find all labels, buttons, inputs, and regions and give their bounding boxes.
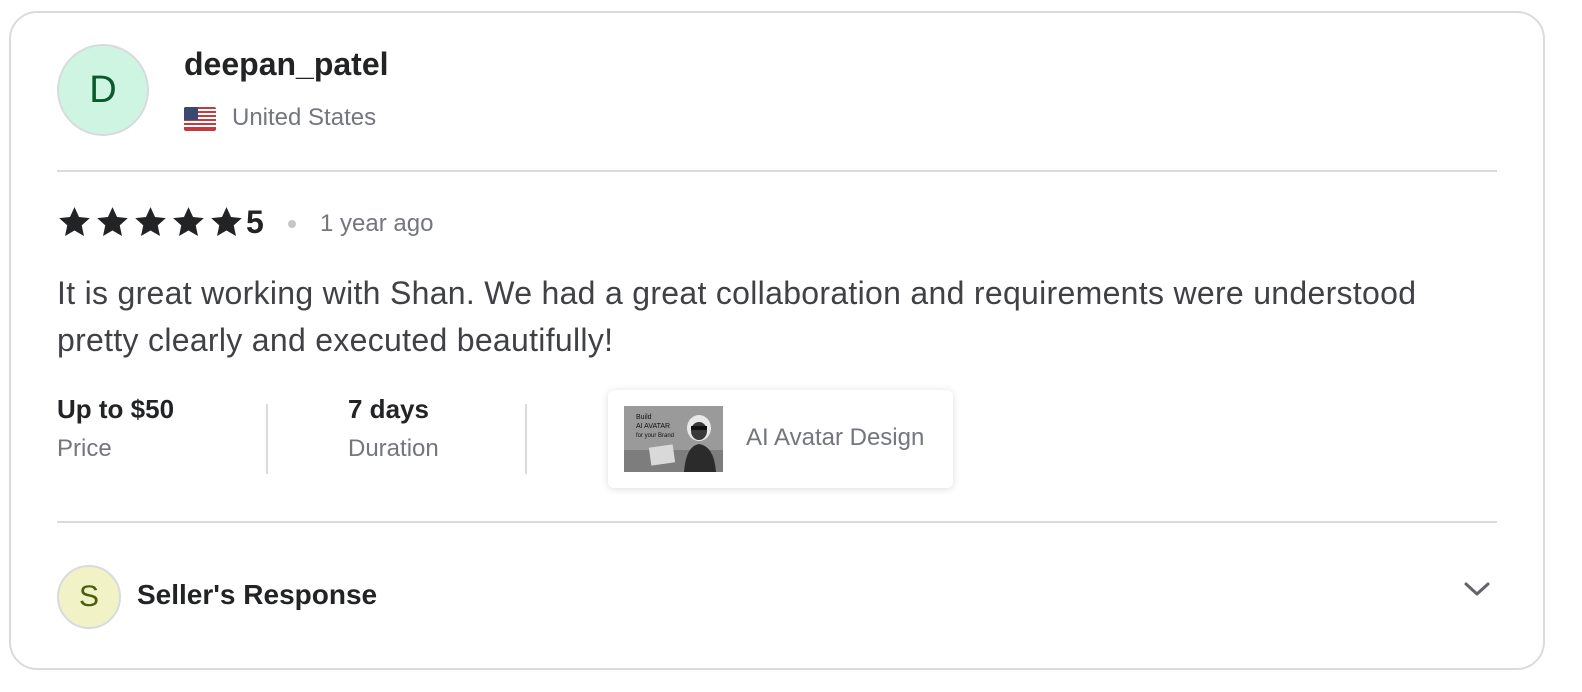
vertical-divider [525, 404, 527, 474]
seller-avatar: S [57, 565, 121, 629]
reviewer-avatar-initial: D [89, 68, 117, 111]
review-text: It is great working with Shan. We had a … [57, 275, 1417, 358]
star-icon [135, 207, 166, 237]
price-label: Price [57, 435, 112, 462]
rating-value: 5 [246, 204, 264, 240]
duration-value: 7 days [348, 394, 429, 424]
gig-thumb-line: AI AVATAR [636, 423, 670, 430]
us-flag-icon [184, 107, 216, 131]
star-icon [211, 207, 242, 237]
duration-label: Duration [348, 435, 439, 462]
star-rating [57, 205, 244, 239]
gig-thumbnail: Build AI AVATAR for your Brand [624, 406, 723, 472]
star-icon [97, 207, 128, 237]
reviewer-avatar[interactable]: D [57, 44, 149, 136]
gig-thumb-line: for your Brand [636, 433, 674, 439]
vertical-divider [266, 404, 268, 474]
separator-dot [288, 220, 296, 228]
seller-response-label[interactable]: Seller's Response [137, 579, 377, 611]
divider [57, 521, 1497, 523]
reviewer-country: United States [232, 104, 377, 131]
divider [57, 170, 1497, 172]
review-time: 1 year ago [320, 210, 434, 237]
gig-card[interactable]: Build AI AVATAR for your Brand AI Avatar… [608, 390, 953, 488]
star-icon [59, 207, 90, 237]
star-icon [173, 207, 204, 237]
reviewer-username[interactable]: deepan_patel [184, 46, 389, 83]
price-value: Up to $50 [57, 394, 175, 424]
seller-avatar-initial: S [78, 580, 99, 613]
gig-thumb-line: Build [636, 414, 652, 421]
chevron-down-icon[interactable] [1462, 578, 1492, 600]
gig-title[interactable]: AI Avatar Design [746, 424, 924, 452]
